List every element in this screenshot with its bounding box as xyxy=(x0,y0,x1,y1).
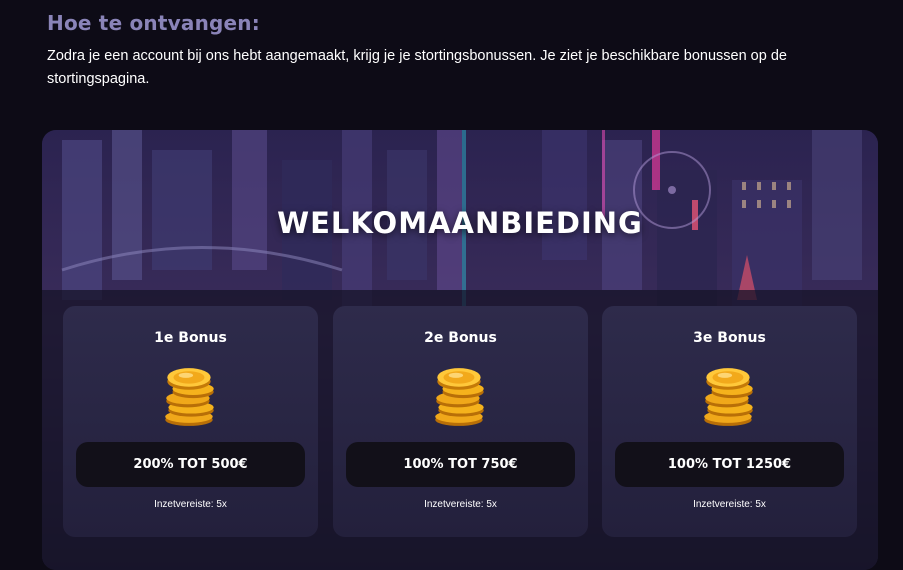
coins-icon xyxy=(165,368,214,426)
wagering-requirement: Inzetvereiste: 5x xyxy=(693,499,766,510)
welcome-offer-panel: WELKOMAANBIEDING 1e Bonus 200% TOT 500€ … xyxy=(42,130,878,570)
coins-icon xyxy=(704,368,753,426)
coins-icon xyxy=(435,368,484,426)
welcome-offer-title: WELKOMAANBIEDING xyxy=(277,206,643,240)
bonus-card-2: 2e Bonus 100% TOT 750€ Inzetvereiste: 5x xyxy=(333,306,588,537)
section-intro-text: Zodra je een account bij ons hebt aangem… xyxy=(47,48,787,87)
wagering-requirement: Inzetvereiste: 5x xyxy=(424,499,497,510)
bonus-card-3: 3e Bonus 100% TOT 1250€ Inzetvereiste: 5… xyxy=(602,306,857,537)
bonus-card-1: 1e Bonus 200% TOT 500€ Inzetvereiste: 5x xyxy=(63,306,318,537)
bonus-card-title: 3e Bonus xyxy=(693,330,766,346)
bonus-amount-button[interactable]: 200% TOT 500€ xyxy=(76,442,305,487)
section-heading: Hoe te ontvangen: xyxy=(47,11,260,35)
bonus-amount-button[interactable]: 100% TOT 1250€ xyxy=(615,442,844,487)
bonus-card-title: 1e Bonus xyxy=(154,330,227,346)
bonus-card-title: 2e Bonus xyxy=(424,330,497,346)
bonus-amount-button[interactable]: 100% TOT 750€ xyxy=(346,442,575,487)
wagering-requirement: Inzetvereiste: 5x xyxy=(154,499,227,510)
